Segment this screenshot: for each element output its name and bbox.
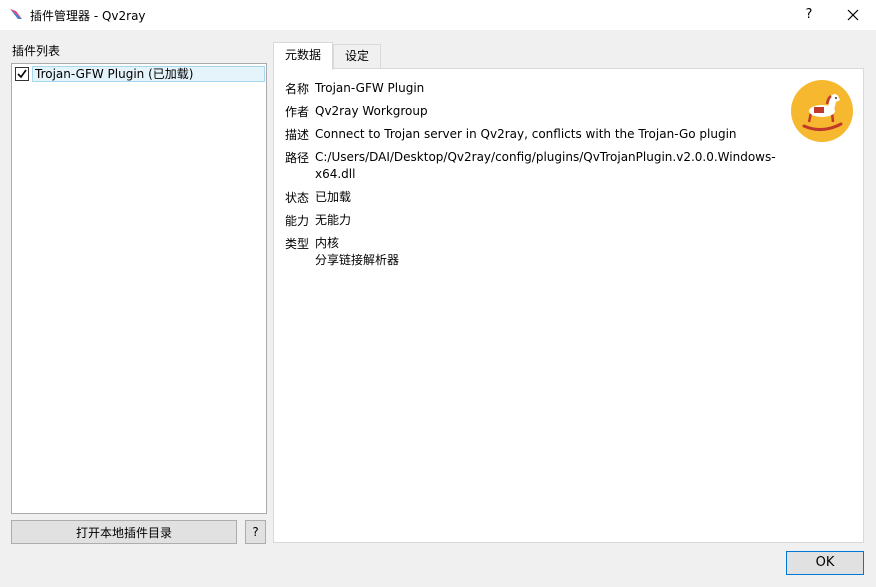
plugin-list[interactable]: Trojan-GFW Plugin (已加载) [11,63,267,514]
list-item[interactable]: Trojan-GFW Plugin (已加载) [14,66,265,83]
meta-author-key: 作者 [285,105,310,119]
meta-cap-key: 能力 [285,214,310,228]
plugin-item-label[interactable]: Trojan-GFW Plugin (已加载) [32,66,265,82]
meta-type-value-line1: 内核 [315,236,340,250]
meta-author-value: Qv2ray Workgroup [315,104,428,118]
tab-settings[interactable]: 设定 [333,44,381,68]
window-title: 插件管理器 - Qv2ray [30,9,146,23]
meta-status-key: 状态 [285,191,310,205]
open-plugin-dir-button[interactable]: 打开本地插件目录 [11,520,237,544]
plugin-checkbox[interactable] [15,67,29,81]
meta-status-value: 已加载 [315,190,352,204]
meta-name-key: 名称 [285,82,310,96]
tab-metadata[interactable]: 元数据 [273,42,333,70]
plugin-list-title: 插件列表 [12,44,61,58]
close-icon [847,9,859,21]
app-icon [10,9,22,19]
title-bar: 插件管理器 - Qv2ray ? [0,0,876,30]
check-icon [17,69,27,79]
metadata-panel: 名称 Trojan-GFW Plugin 作者 Qv2ray Workgroup… [273,68,864,543]
meta-type-value-line2: 分享链接解析器 [315,253,400,267]
meta-path-key: 路径 [285,151,310,165]
meta-name-value: Trojan-GFW Plugin [315,81,425,95]
meta-type-key: 类型 [285,237,310,251]
plugin-help-button[interactable]: ? [245,520,266,544]
meta-path-value-line1: C:/Users/DAI/Desktop/Qv2ray/config/plugi… [315,150,776,164]
meta-desc-value: Connect to Trojan server in Qv2ray, conf… [315,127,737,141]
close-button[interactable] [842,4,864,26]
help-button[interactable]: ? [798,4,820,26]
meta-desc-key: 描述 [285,128,310,142]
meta-cap-value: 无能力 [315,213,352,227]
rocking-horse-icon [791,80,853,142]
meta-path-value-line2: x64.dll [315,167,356,181]
ok-button[interactable]: OK [786,551,864,575]
